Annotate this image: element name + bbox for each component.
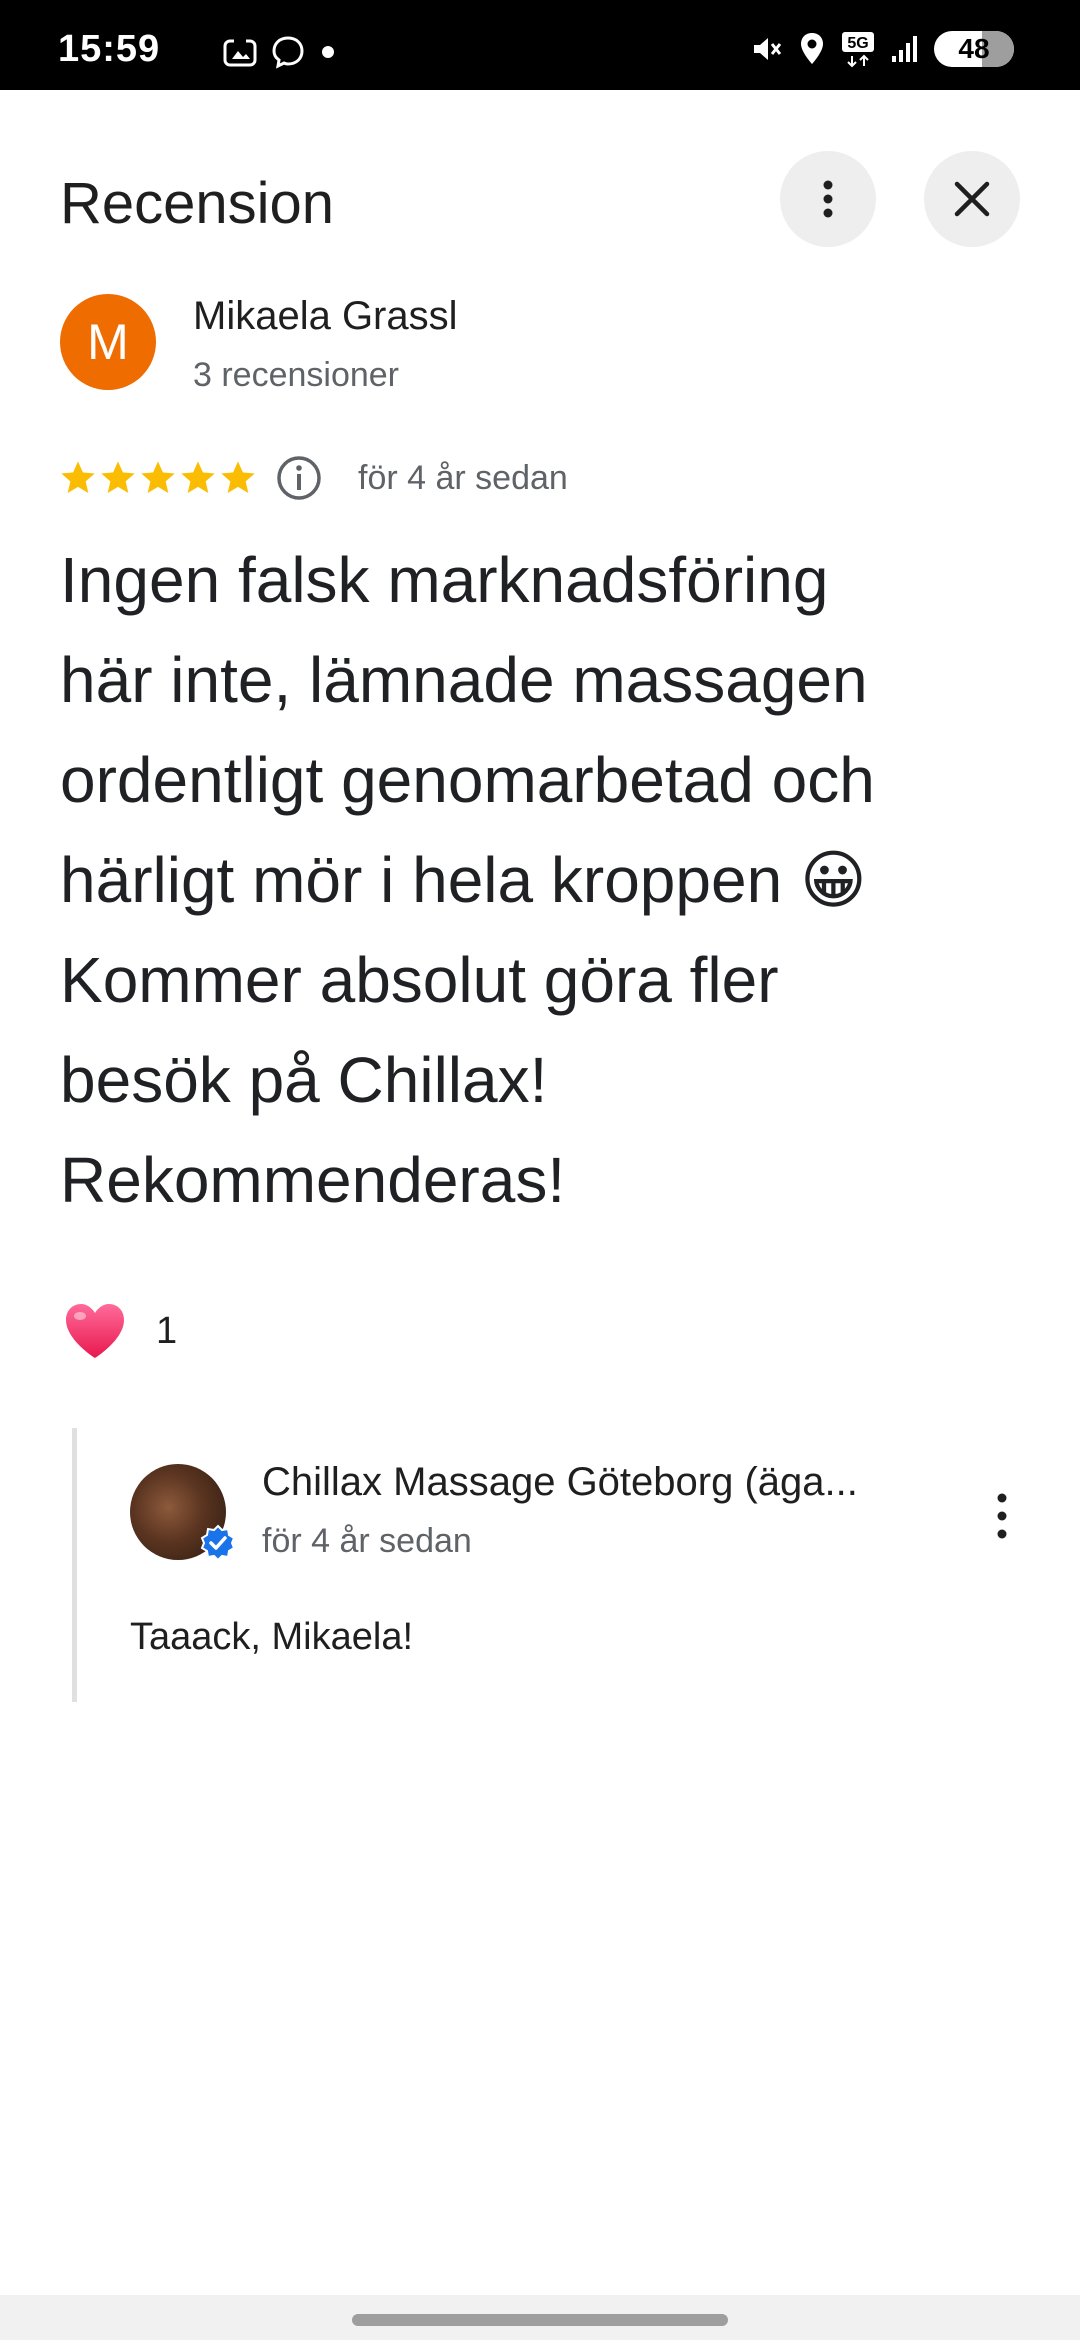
review-date: för 4 år sedan xyxy=(358,458,568,497)
review-text-line: härligt mör i hela kroppen 😀 xyxy=(60,844,867,916)
messenger-icon xyxy=(272,36,304,69)
review-count: 3 recensioner xyxy=(193,356,400,394)
5g-icon: 5G xyxy=(842,32,874,68)
owner-reply: Chillax Massage Göteborg (äga... för 4 å… xyxy=(72,1428,1027,1702)
star-rating xyxy=(58,458,258,498)
rating-row: för 4 år sedan xyxy=(58,455,568,501)
owner-reply-text: Taaack, Mikaela! xyxy=(130,1616,414,1658)
heart-icon[interactable] xyxy=(62,1300,128,1362)
review-text-line: besök på Chillax! xyxy=(60,1044,548,1116)
status-time: 15:59 xyxy=(58,28,161,70)
verified-badge-icon xyxy=(200,1524,236,1562)
signal-icon xyxy=(892,36,917,62)
close-button[interactable] xyxy=(924,151,1020,247)
reviewer-name[interactable]: Mikaela Grassl xyxy=(193,294,458,339)
star-icon xyxy=(61,461,95,493)
dot-icon xyxy=(322,46,334,58)
star-icon xyxy=(221,461,255,493)
close-icon xyxy=(954,181,990,217)
svg-text:5G: 5G xyxy=(847,35,868,52)
star-icon xyxy=(181,461,215,493)
reaction-row[interactable]: 1 xyxy=(62,1300,177,1362)
home-indicator[interactable] xyxy=(352,2314,728,2326)
reviewer-avatar[interactable]: M xyxy=(60,294,156,390)
avatar-initial: M xyxy=(87,314,129,370)
star-icon xyxy=(101,461,135,493)
page-title: Recension xyxy=(60,171,335,236)
status-right-icons: 5G 48 xyxy=(748,30,1014,68)
battery-indicator: 48 xyxy=(934,31,1014,67)
star-icon xyxy=(141,461,175,493)
battery-level: 48 xyxy=(958,33,990,64)
review-text: Ingen falsk marknadsföring här inte, läm… xyxy=(60,530,1040,1230)
review-text-line: Rekommenderas! xyxy=(60,1144,566,1216)
more-vert-icon xyxy=(823,180,833,218)
vibrate-off-icon xyxy=(754,38,782,60)
owner-name[interactable]: Chillax Massage Göteborg (äga... xyxy=(262,1460,902,1505)
info-icon[interactable] xyxy=(276,455,322,501)
owner-reply-date: för 4 år sedan xyxy=(262,1522,472,1560)
status-bar: 15:59 5G 48 xyxy=(0,0,1080,90)
screenshot-icon xyxy=(223,37,257,67)
location-icon xyxy=(801,33,823,64)
review-text-line: Ingen falsk marknadsföring xyxy=(60,544,829,616)
status-left-icons xyxy=(222,34,338,70)
reaction-count: 1 xyxy=(156,1309,178,1352)
review-text-line: Kommer absolut göra fler xyxy=(60,944,779,1016)
review-text-line: ordentligt genomarbetad och xyxy=(60,744,875,816)
review-text-line: här inte, lämnade massagen xyxy=(60,644,868,716)
more-vert-icon[interactable] xyxy=(982,1486,1022,1546)
more-options-button[interactable] xyxy=(780,151,876,247)
